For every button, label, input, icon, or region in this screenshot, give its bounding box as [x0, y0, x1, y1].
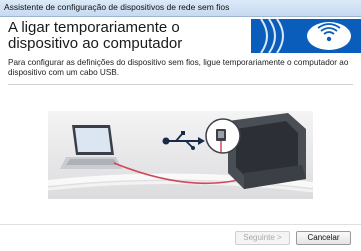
window-title: Assistente de configuração de dispositiv… — [4, 2, 230, 12]
cancel-button[interactable]: Cancelar — [296, 231, 351, 245]
footer-divider — [0, 224, 361, 225]
instruction-text: Para configurar as definições do disposi… — [8, 58, 349, 77]
window-titlebar: Assistente de configuração de dispositiv… — [0, 0, 361, 17]
divider — [8, 84, 353, 85]
next-button[interactable]: Seguinte > — [235, 231, 290, 245]
page-title: A ligar temporariamente o dispositivo ao… — [8, 19, 183, 52]
page-header: A ligar temporariamente o dispositivo ao… — [0, 17, 361, 55]
usb-connection-illustration — [47, 111, 314, 199]
wireless-icon — [251, 19, 361, 53]
brand-banner — [251, 19, 361, 53]
